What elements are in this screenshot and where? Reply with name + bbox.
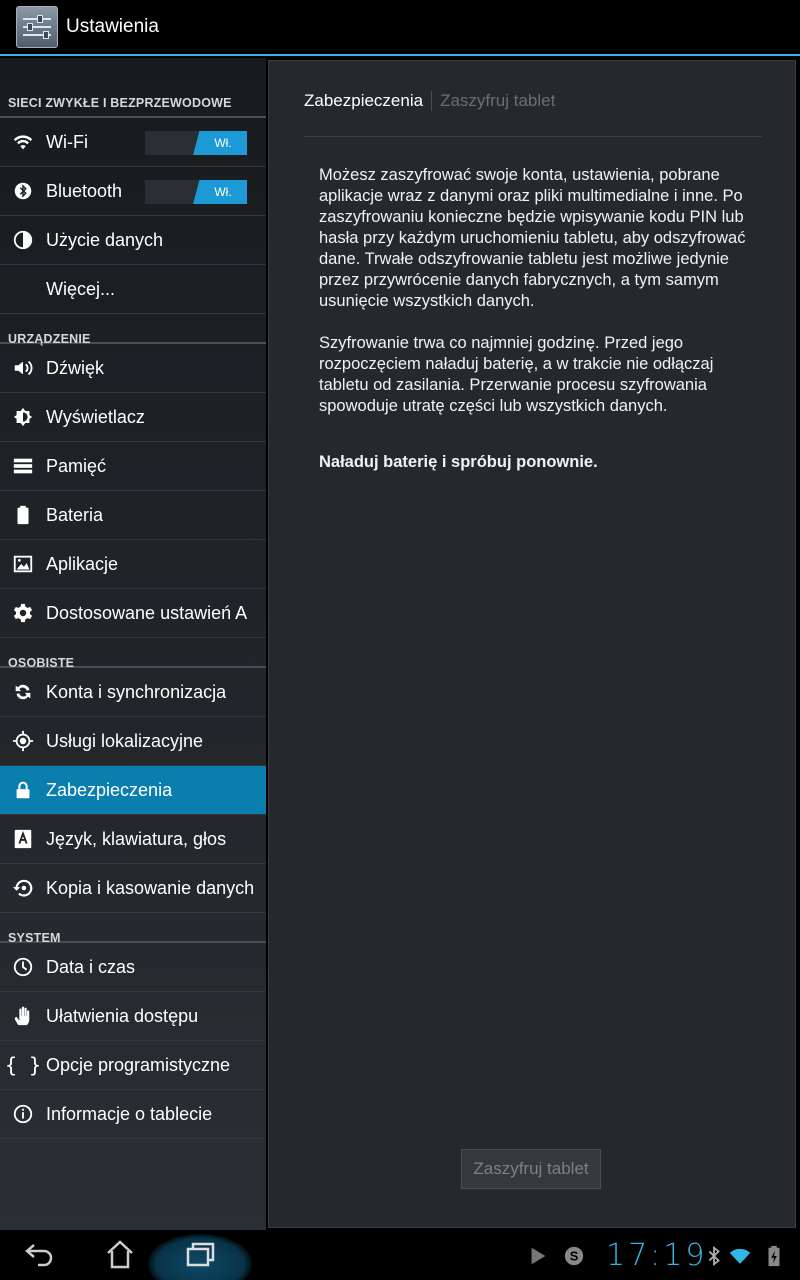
encryption-duration-paragraph: Szyfrowanie trwa co najmniej godzinę. Pr… bbox=[319, 334, 714, 415]
backup-icon bbox=[0, 877, 46, 899]
system-bar: S 17:19 bbox=[0, 1232, 800, 1280]
sidebar-item-label: Konta i synchronizacja bbox=[46, 681, 227, 702]
bluetooth-toggle[interactable]: Wł. bbox=[145, 180, 247, 204]
sidebar-item-label: Bateria bbox=[46, 504, 104, 525]
section-header-system: SYSTEM bbox=[0, 913, 266, 945]
wifi-icon bbox=[0, 131, 46, 153]
encrypt-tablet-button[interactable]: Zaszyfruj tablet bbox=[461, 1149, 601, 1189]
sound-icon bbox=[0, 357, 46, 379]
sidebar-item-storage[interactable]: Pamięć bbox=[0, 442, 266, 491]
sidebar-item-custom-settings[interactable]: Dostosowane ustawień A bbox=[0, 589, 266, 638]
bluetooth-icon bbox=[0, 180, 46, 202]
braces-icon: { } bbox=[4, 1053, 42, 1077]
recent-apps-button[interactable] bbox=[180, 1238, 220, 1274]
section-header-networks: SIECI ZWYKŁE I BEZPRZEWODOWE bbox=[0, 58, 266, 118]
location-icon bbox=[0, 730, 46, 752]
section-header-personal: OSOBISTE bbox=[0, 638, 266, 670]
settings-sidebar: SIECI ZWYKŁE I BEZPRZEWODOWE Wi-Fi Wł. B… bbox=[0, 58, 266, 1230]
bluetooth-status-icon bbox=[706, 1244, 722, 1268]
svg-text:S: S bbox=[570, 1249, 579, 1264]
settings-app-icon[interactable] bbox=[16, 6, 58, 48]
sidebar-item-label: Aplikacje bbox=[46, 553, 119, 574]
sidebar-item-label: Ułatwienia dostępu bbox=[46, 1005, 199, 1026]
sidebar-item-date-time[interactable]: Data i czas bbox=[0, 943, 266, 992]
sidebar-item-label: Więcej... bbox=[46, 278, 116, 299]
language-icon bbox=[0, 828, 46, 850]
sidebar-item-label: Bluetooth bbox=[46, 180, 123, 201]
skype-notification-icon[interactable]: S bbox=[562, 1244, 586, 1268]
sidebar-item-label: Język, klawiatura, głos bbox=[46, 828, 227, 849]
encryption-description: Możesz zaszyfrować swoje konta, ustawien… bbox=[319, 165, 749, 494]
sidebar-item-sound[interactable]: Dźwięk bbox=[0, 344, 266, 393]
info-icon bbox=[0, 1103, 46, 1125]
sidebar-item-accounts-sync[interactable]: Konta i synchronizacja bbox=[0, 668, 266, 717]
recent-apps-icon bbox=[184, 1239, 216, 1274]
sidebar-item-backup-reset[interactable]: Kopia i kasowanie danych bbox=[0, 864, 266, 913]
sidebar-item-label: Dźwięk bbox=[46, 357, 105, 378]
sidebar-item-wifi[interactable]: Wi-Fi Wł. bbox=[0, 118, 266, 167]
sidebar-item-label: Wyświetlacz bbox=[46, 406, 145, 427]
sidebar-item-bluetooth[interactable]: Bluetooth Wł. bbox=[0, 167, 266, 216]
sidebar-item-accessibility[interactable]: Ułatwienia dostępu bbox=[0, 992, 266, 1041]
sidebar-item-label: Użycie danych bbox=[46, 229, 164, 250]
accessibility-hand-icon bbox=[0, 1005, 46, 1027]
action-bar: Ustawienia bbox=[0, 0, 800, 56]
status-clock[interactable]: 17:19 bbox=[606, 1238, 707, 1273]
storage-icon bbox=[0, 455, 46, 477]
breadcrumb: Zabezpieczenia Zaszyfruj tablet bbox=[304, 61, 762, 137]
app-title: Ustawienia bbox=[66, 16, 159, 37]
sidebar-item-label: Opcje programistyczne bbox=[46, 1054, 231, 1075]
apps-icon bbox=[0, 553, 46, 575]
breadcrumb-encrypt-tablet: Zaszyfruj tablet bbox=[440, 90, 556, 110]
sidebar-item-label: Wi-Fi bbox=[46, 131, 88, 152]
display-icon bbox=[0, 406, 46, 428]
sync-icon bbox=[0, 681, 46, 703]
back-button[interactable] bbox=[20, 1238, 60, 1274]
sidebar-item-security[interactable]: Zabezpieczenia bbox=[0, 766, 266, 815]
sidebar-item-developer-options[interactable]: { } Opcje programistyczne bbox=[0, 1041, 266, 1090]
section-header-device: URZĄDZENIE bbox=[0, 314, 266, 346]
data-usage-icon bbox=[0, 229, 46, 251]
gear-icon bbox=[0, 602, 46, 624]
security-detail-pane: Zabezpieczenia Zaszyfruj tablet Możesz z… bbox=[268, 60, 796, 1228]
sidebar-item-label: Data i czas bbox=[46, 956, 136, 977]
sidebar-item-about-tablet[interactable]: Informacje o tablecie bbox=[0, 1090, 266, 1139]
sidebar-item-display[interactable]: Wyświetlacz bbox=[0, 393, 266, 442]
breadcrumb-security[interactable]: Zabezpieczenia bbox=[304, 90, 433, 111]
battery-icon bbox=[0, 504, 46, 526]
back-arrow-icon bbox=[24, 1239, 56, 1274]
sidebar-item-label: Kopia i kasowanie danych bbox=[46, 877, 255, 898]
sidebar-item-data-usage[interactable]: Użycie danych bbox=[0, 216, 266, 265]
sidebar-item-label: Zabezpieczenia bbox=[46, 779, 173, 800]
wifi-toggle[interactable]: Wł. bbox=[145, 131, 247, 155]
sidebar-item-language[interactable]: Język, klawiatura, głos bbox=[0, 815, 266, 864]
clock-icon bbox=[0, 956, 46, 978]
charge-battery-warning: Naładuj baterię i spróbuj ponownie. bbox=[319, 453, 598, 471]
lock-icon bbox=[0, 779, 46, 801]
sidebar-item-location[interactable]: Usługi lokalizacyjne bbox=[0, 717, 266, 766]
battery-charging-icon bbox=[766, 1244, 782, 1268]
sidebar-item-apps[interactable]: Aplikacje bbox=[0, 540, 266, 589]
home-icon bbox=[104, 1239, 136, 1274]
play-store-notification-icon[interactable] bbox=[526, 1244, 550, 1268]
home-button[interactable] bbox=[100, 1238, 140, 1274]
sidebar-item-label: Usługi lokalizacyjne bbox=[46, 730, 204, 751]
sidebar-item-label: Dostosowane ustawień A bbox=[46, 602, 248, 623]
encryption-info-paragraph: Możesz zaszyfrować swoje konta, ustawien… bbox=[319, 166, 746, 310]
sidebar-item-battery[interactable]: Bateria bbox=[0, 491, 266, 540]
sidebar-item-label: Informacje o tablecie bbox=[46, 1103, 213, 1124]
wifi-status-icon bbox=[726, 1244, 754, 1268]
sidebar-item-more[interactable]: Więcej... bbox=[0, 265, 266, 314]
sidebar-item-label: Pamięć bbox=[46, 455, 107, 476]
